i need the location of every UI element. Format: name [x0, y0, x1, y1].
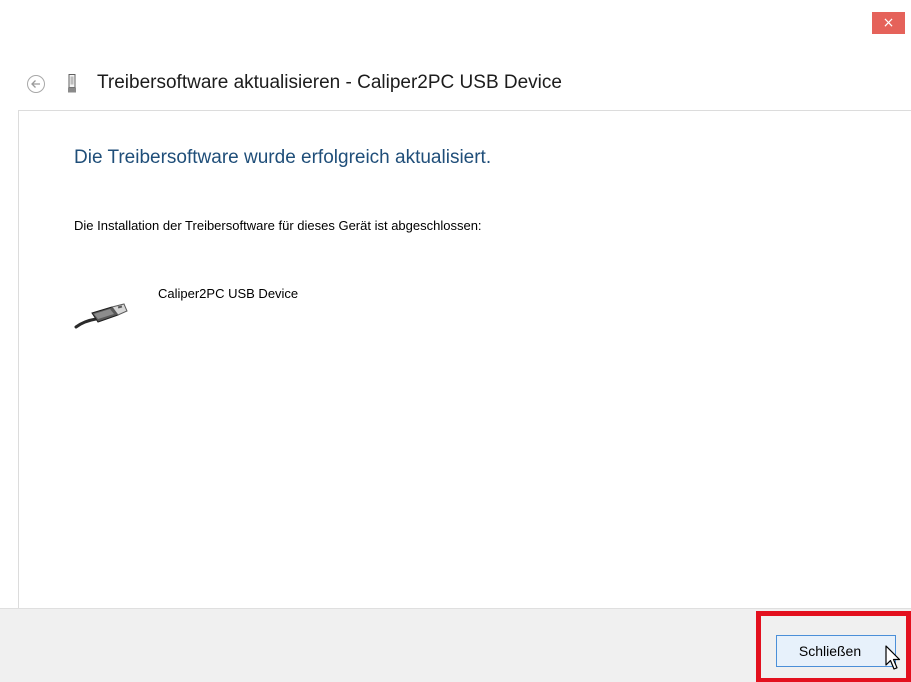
driver-update-window: × Treibersoftware aktualisieren - Calipe… — [0, 0, 911, 682]
mouse-pointer-icon — [885, 645, 901, 670]
installation-status-text: Die Installation der Treibersoftware für… — [74, 218, 482, 233]
wizard-footer: Schließen — [0, 608, 911, 682]
back-button[interactable] — [27, 75, 45, 93]
wizard-title: Treibersoftware aktualisieren - Caliper2… — [97, 72, 562, 93]
title-bar: × — [0, 0, 911, 44]
content-panel: Die Treibersoftware wurde erfolgreich ak… — [18, 110, 911, 608]
back-arrow-icon — [31, 80, 40, 88]
usb-cable-icon — [74, 303, 128, 329]
device-name: Caliper2PC USB Device — [158, 286, 299, 301]
window-close-button[interactable]: × — [872, 12, 905, 34]
close-icon: × — [882, 15, 895, 31]
wizard-header: Treibersoftware aktualisieren - Caliper2… — [0, 60, 911, 110]
close-dialog-button[interactable]: Schließen — [776, 635, 896, 667]
usb-plug-icon — [68, 74, 76, 93]
success-heading: Die Treibersoftware wurde erfolgreich ak… — [74, 147, 492, 168]
